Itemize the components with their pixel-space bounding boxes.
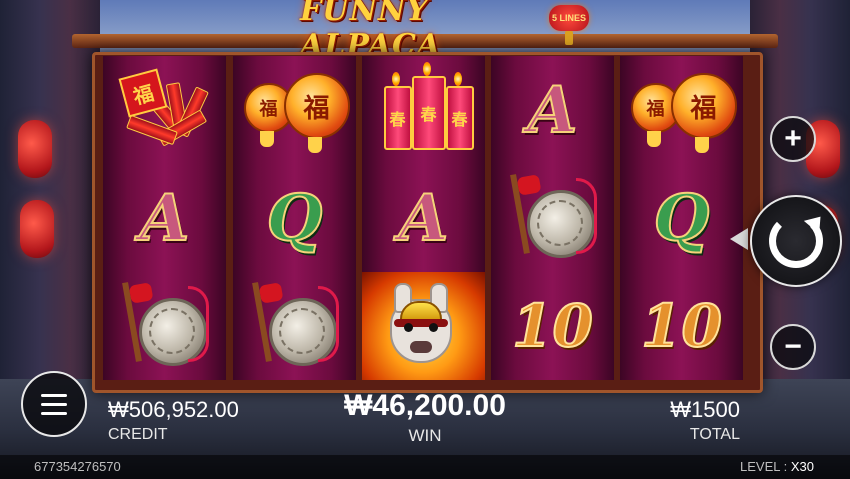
bottom-strip <box>0 455 850 479</box>
credit-value: ₩506,952.00 <box>108 397 239 422</box>
reel-5: 福 福 Q 10 <box>620 56 743 380</box>
reel-2: 福 福 Q <box>233 56 356 380</box>
number-ten-symbol: 10 <box>511 291 594 361</box>
spin-button[interactable] <box>750 195 842 287</box>
total-bet-value: ₩1500 <box>670 397 740 422</box>
reel-1: 福 A <box>103 56 226 380</box>
number-ten-symbol: 10 <box>640 291 723 361</box>
letter-q-symbol: Q <box>653 180 711 257</box>
lines-badge: 5 LINES <box>549 5 589 31</box>
letter-q-symbol: Q <box>266 180 324 257</box>
lanterns-symbol: 福 福 <box>233 56 356 164</box>
reel-4: A 10 <box>491 56 614 380</box>
menu-button[interactable] <box>21 371 87 437</box>
gong-symbol <box>491 164 614 272</box>
level-indicator: LEVEL : X30 <box>740 459 814 474</box>
letter-a-symbol: A <box>527 72 579 149</box>
street-lantern <box>20 200 54 258</box>
left-building <box>0 0 100 400</box>
game-scene: FUNNY ALPACA 5 LINES 福 A 福 福 Q 春 春 春 A A… <box>0 0 850 479</box>
hamburger-icon <box>41 393 67 397</box>
game-id: 677354276570 <box>34 459 121 474</box>
game-title: FUNNY ALPACA <box>300 0 442 63</box>
gong-symbol <box>103 272 226 380</box>
badge-tassel-icon <box>565 31 573 45</box>
spin-pointer-icon <box>730 228 748 250</box>
win-label: WIN <box>408 426 442 445</box>
street-lantern <box>18 120 52 178</box>
total-bet-label: TOTAL <box>689 426 740 443</box>
increase-bet-button[interactable]: + <box>770 116 816 162</box>
credit-label: CREDIT <box>108 426 168 443</box>
level-value: X30 <box>790 459 814 474</box>
letter-a-symbol: A <box>398 180 450 257</box>
decrease-bet-button[interactable]: − <box>770 324 816 370</box>
refresh-icon <box>769 214 823 268</box>
lanterns-symbol: 福 福 <box>620 56 743 164</box>
alpaca-wild-symbol <box>362 272 485 380</box>
letter-a-symbol: A <box>139 180 191 257</box>
level-label: LEVEL : <box>740 459 788 474</box>
firecracker-sticks-symbol: 春 春 春 <box>362 56 485 164</box>
alpaca-icon <box>390 283 453 364</box>
firecrackers-bundle-symbol: 福 <box>103 56 226 164</box>
win-value: ₩46,200.00 <box>344 389 506 422</box>
gong-symbol <box>233 272 356 380</box>
